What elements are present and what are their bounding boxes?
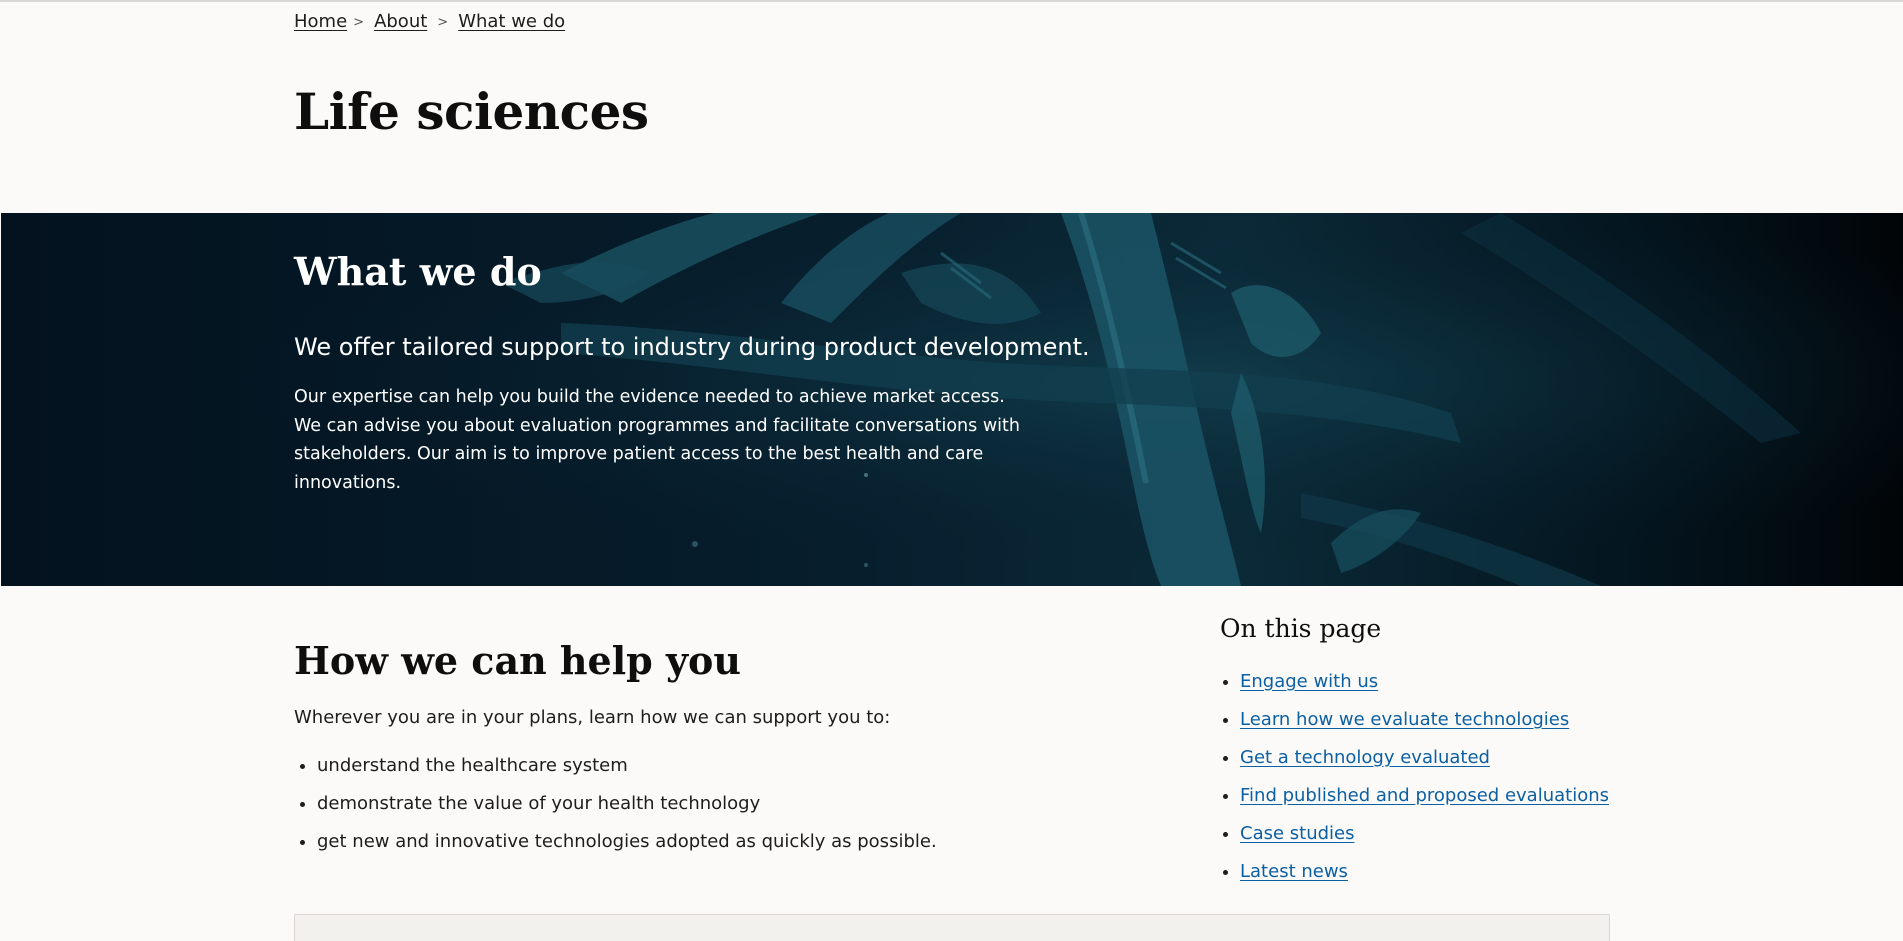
- list-item: get new and innovative technologies adop…: [317, 830, 937, 868]
- breadcrumb-what-we-do-link[interactable]: What we do: [458, 11, 565, 32]
- breadcrumb-separator: >: [437, 15, 449, 30]
- list-item: Get a technology evaluated: [1240, 746, 1609, 784]
- list-item: Learn how we evaluate technologies: [1240, 708, 1609, 746]
- on-this-page-title: On this page: [1220, 614, 1382, 643]
- list-item: Case studies: [1240, 822, 1609, 860]
- hero-banner: What we do We offer tailored support to …: [1, 213, 1903, 586]
- hero-body: Our expertise can help you build the evi…: [294, 387, 1020, 493]
- on-this-page-list: Engage with us Learn how we evaluate tec…: [1220, 670, 1609, 898]
- learn-how-we-evaluate-link[interactable]: Learn how we evaluate technologies: [1240, 709, 1569, 730]
- latest-news-link[interactable]: Latest news: [1240, 861, 1348, 882]
- engage-with-us-link[interactable]: Engage with us: [1240, 671, 1378, 692]
- page-title: Life sciences: [294, 82, 649, 141]
- section-title: How we can help you: [294, 638, 742, 683]
- list-item: understand the healthcare system: [317, 754, 937, 792]
- breadcrumb-about-link[interactable]: About: [374, 11, 427, 32]
- find-evaluations-link[interactable]: Find published and proposed evaluations: [1240, 785, 1609, 806]
- hero-title: What we do: [294, 249, 542, 294]
- breadcrumb-home-link[interactable]: Home: [294, 11, 347, 32]
- help-list: understand the healthcare system demonst…: [294, 754, 937, 868]
- list-item: Latest news: [1240, 860, 1609, 898]
- get-technology-evaluated-link[interactable]: Get a technology evaluated: [1240, 747, 1490, 768]
- page: Home > About > What we do Life sciences: [0, 0, 1903, 941]
- intro-text: Wherever you are in your plans, learn ho…: [294, 707, 891, 728]
- list-item: Find published and proposed evaluations: [1240, 784, 1609, 822]
- breadcrumb: Home > About > What we do: [294, 11, 1610, 32]
- content-card: [294, 914, 1610, 941]
- case-studies-link[interactable]: Case studies: [1240, 823, 1355, 844]
- breadcrumb-separator: >: [353, 15, 365, 30]
- list-item: demonstrate the value of your health tec…: [317, 792, 937, 830]
- hero-lead: We offer tailored support to industry du…: [294, 333, 1090, 361]
- list-item: Engage with us: [1240, 670, 1609, 708]
